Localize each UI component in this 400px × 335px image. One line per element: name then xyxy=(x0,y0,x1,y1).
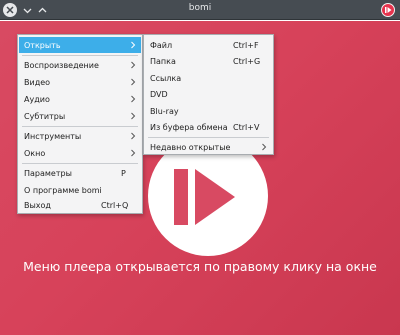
menu-item-shortcut: P xyxy=(121,168,126,178)
menu-item-label: Окно xyxy=(24,148,46,158)
chevron-right-icon xyxy=(131,149,136,157)
menu-item-open[interactable]: Открыть xyxy=(19,37,141,53)
menu-item-shortcut: Ctrl+Q xyxy=(101,200,129,210)
menu-item-open-file[interactable]: Файл Ctrl+F xyxy=(145,37,272,53)
menu-item-open-bluray[interactable]: Blu-ray xyxy=(145,103,272,119)
menu-item-window[interactable]: Окно xyxy=(19,145,141,161)
chevron-right-icon xyxy=(131,132,136,140)
menu-item-label: Открыть xyxy=(24,40,61,50)
menu-item-label: Видео xyxy=(24,77,51,87)
menu-item-open-url[interactable]: Ссылка xyxy=(145,70,272,86)
menu-separator xyxy=(148,137,269,138)
menu-item-open-clipboard[interactable]: Из буфера обмена Ctrl+V xyxy=(145,119,272,135)
menu-item-label: Недавно открытые xyxy=(150,142,231,152)
menu-item-subtitles[interactable]: Субтитры xyxy=(19,108,141,124)
context-menu: Открыть Воспроизведение Видео Аудио Субт… xyxy=(17,34,143,214)
hint-text: Меню плеера открывается по правому клику… xyxy=(23,259,377,274)
menu-item-shortcut: Ctrl+G xyxy=(233,56,261,66)
chevron-right-icon xyxy=(262,143,267,151)
menu-item-tools[interactable]: Инструменты xyxy=(19,128,141,144)
menu-item-label: Субтитры xyxy=(24,111,66,121)
menu-item-settings[interactable]: Параметры P xyxy=(19,165,141,181)
menu-separator xyxy=(22,55,138,56)
window-title: bomi xyxy=(188,3,212,13)
chevron-right-icon xyxy=(131,78,136,86)
menu-item-recent[interactable]: Недавно открытые xyxy=(145,139,272,155)
menu-separator xyxy=(22,126,138,127)
menu-item-shortcut: Ctrl+F xyxy=(233,40,259,50)
menu-item-label: О программе bomi xyxy=(24,185,102,195)
menu-item-audio[interactable]: Аудио xyxy=(19,91,141,107)
menu-item-shortcut: Ctrl+V xyxy=(233,122,260,132)
chevron-right-icon xyxy=(131,61,136,69)
chevron-right-icon xyxy=(131,112,136,120)
menu-item-video[interactable]: Видео xyxy=(19,74,141,90)
chevron-right-icon xyxy=(131,95,136,103)
menu-item-open-dvd[interactable]: DVD xyxy=(145,86,272,102)
play-icon xyxy=(385,7,392,13)
menu-item-quit[interactable]: Выход Ctrl+Q xyxy=(19,197,141,213)
menu-item-label: Инструменты xyxy=(24,131,82,141)
menu-item-label: Blu-ray xyxy=(150,106,179,116)
menu-item-playback[interactable]: Воспроизведение xyxy=(19,57,141,73)
menu-item-label: Ссылка xyxy=(150,73,182,83)
menu-item-open-folder[interactable]: Папка Ctrl+G xyxy=(145,53,272,69)
open-submenu: Файл Ctrl+F Папка Ctrl+G Ссылка DVD Blu-… xyxy=(143,34,274,155)
menu-separator xyxy=(22,163,138,164)
app-icon xyxy=(381,3,395,17)
menu-item-label: Аудио xyxy=(24,94,50,104)
menu-item-about[interactable]: О программе bomi xyxy=(19,182,141,198)
window-titlebar: bomi xyxy=(0,0,400,20)
chevron-right-icon xyxy=(131,41,136,49)
menu-item-label: DVD xyxy=(150,89,168,99)
menu-item-label: Воспроизведение xyxy=(24,60,99,70)
